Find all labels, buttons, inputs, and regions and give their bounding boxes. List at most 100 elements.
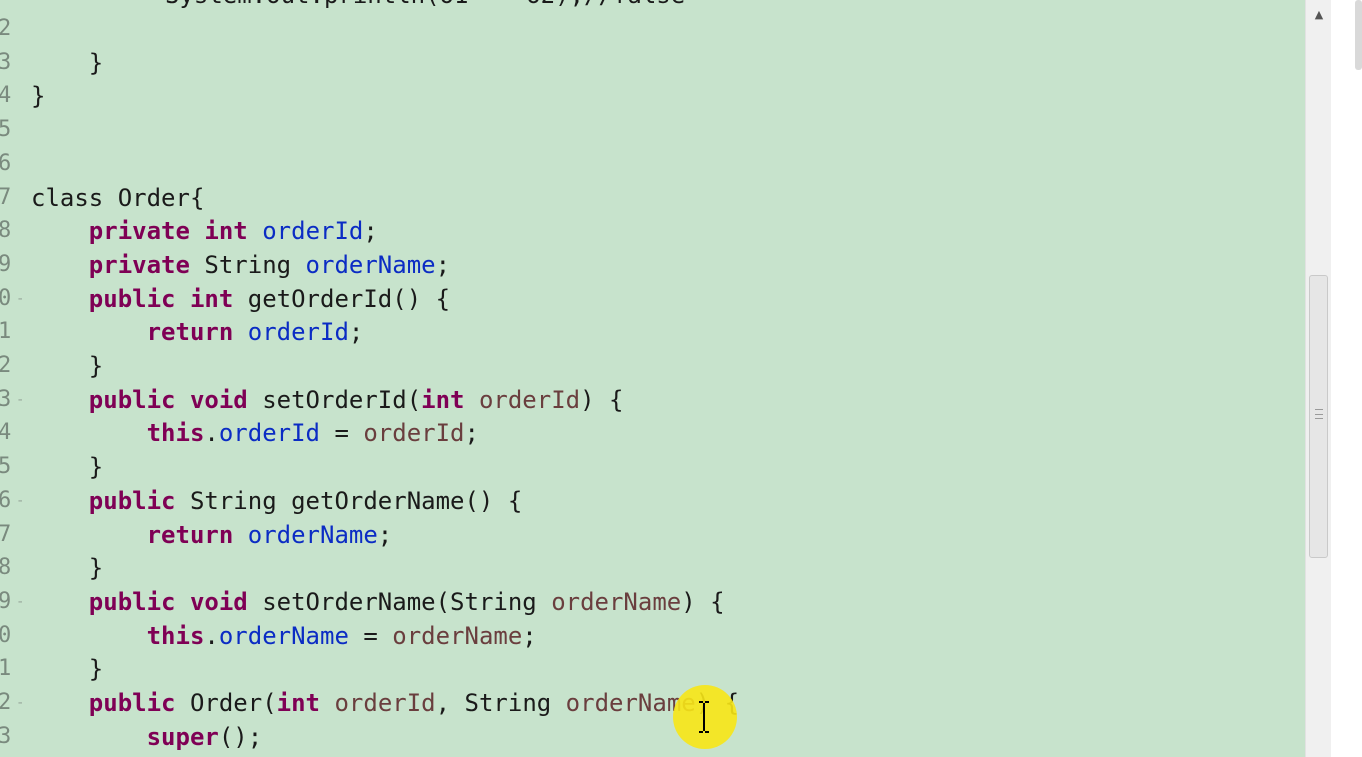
code-token: public <box>88 284 176 313</box>
code-content: public void setOrderName(String orderNam… <box>31 585 725 619</box>
fold-collapse-icon[interactable]: - <box>16 282 24 316</box>
code-token: orderId <box>478 385 581 414</box>
line-number: 7 <box>0 184 12 210</box>
code-token: private <box>88 250 190 279</box>
code-token: } <box>31 554 104 583</box>
code-line[interactable]: 5 <box>0 113 1305 147</box>
scroll-up-arrow-icon[interactable]: ▲ <box>1306 2 1332 28</box>
line-number: 4 <box>0 83 12 109</box>
code-content: } <box>31 652 103 686</box>
code-token: orderId <box>363 419 465 448</box>
code-token: setOrderName(String <box>247 587 552 616</box>
code-line[interactable]: 0- public int getOrderId() { <box>0 282 1305 316</box>
code-line[interactable]: 6 <box>0 147 1305 181</box>
code-content: public int getOrderId() { <box>31 282 450 316</box>
code-token: orderId <box>262 217 364 246</box>
code-line[interactable]: 1 } <box>0 652 1305 686</box>
code-line[interactable]: 0 this.orderName = orderName; <box>0 619 1305 653</box>
code-line[interactable]: 5 } <box>0 450 1305 484</box>
code-token: super <box>146 722 219 751</box>
code-token: ; <box>348 318 364 347</box>
code-line[interactable]: 9- public void setOrderName(String order… <box>0 585 1305 619</box>
code-token: getOrderId() { <box>233 284 451 313</box>
code-line[interactable]: 2- public Order(int orderId, String orde… <box>0 686 1305 720</box>
code-token: ; <box>363 217 378 246</box>
line-number: 5 <box>0 117 12 143</box>
code-token: } <box>31 352 104 380</box>
code-line[interactable]: 3 super(); <box>0 720 1305 754</box>
code-token: public <box>88 385 176 414</box>
code-line[interactable]: 2 <box>0 12 1305 46</box>
code-token: int <box>204 217 248 246</box>
line-number: 4 <box>0 420 12 446</box>
code-line[interactable]: 1 return orderId; <box>0 315 1305 349</box>
code-token: this <box>146 621 205 650</box>
code-token: int <box>189 284 234 313</box>
line-number: 0 <box>0 622 12 648</box>
code-token: orderId <box>247 318 349 347</box>
line-number: 3 <box>0 49 12 75</box>
code-token: Order( <box>175 689 277 717</box>
code-line[interactable]: 2 } <box>0 349 1305 383</box>
fold-collapse-icon[interactable]: - <box>16 383 24 417</box>
code-content: class Order{ <box>31 181 204 215</box>
code-token: orderName <box>247 520 378 549</box>
code-token: orderName <box>218 621 349 650</box>
code-content: super(); <box>31 720 263 754</box>
code-token: . <box>204 419 219 448</box>
code-text-area[interactable]: System.out.println(o1 == o2);//false 2 3 … <box>0 0 1305 757</box>
code-token: this <box>146 419 205 448</box>
line-number: 1 <box>0 656 12 682</box>
code-token: ; <box>464 419 479 448</box>
line-number: 5 <box>0 454 12 480</box>
code-token: (); <box>218 722 263 751</box>
code-line[interactable]: 8 private int orderId; <box>0 214 1305 248</box>
code-token: public <box>88 689 176 717</box>
code-content: private String orderName; <box>31 248 450 282</box>
code-content: this.orderId = orderId; <box>31 416 479 450</box>
code-line[interactable]: 7 class Order{ <box>0 181 1305 215</box>
code-token: int <box>421 385 465 414</box>
ibeam-icon <box>699 701 709 733</box>
code-token: orderName <box>305 250 436 279</box>
scrollbar-thumb[interactable] <box>1309 275 1328 558</box>
code-token: orderId <box>218 419 320 448</box>
line-number: 7 <box>0 521 12 547</box>
code-token: . <box>204 621 219 650</box>
line-number: 9 <box>0 251 12 277</box>
code-editor[interactable]: System.out.println(o1 == o2);//false 2 3 … <box>0 0 1362 757</box>
code-line[interactable]: 3 } <box>0 46 1305 80</box>
window-edge <box>1331 0 1362 757</box>
code-token: ; <box>377 520 393 549</box>
outer-scrollbar-thumb[interactable] <box>1355 0 1362 70</box>
code-line[interactable]: 7 return orderName; <box>0 518 1305 552</box>
line-number: 2 <box>0 353 12 378</box>
code-token: , String <box>435 689 566 717</box>
code-content: } <box>31 46 103 80</box>
code-token: setOrderId( <box>247 385 422 414</box>
code-line[interactable]: 9 private String orderName; <box>0 248 1305 282</box>
code-line[interactable]: 6- public String getOrderName() { <box>0 484 1305 518</box>
code-line[interactable]: 4} <box>0 79 1305 113</box>
line-number: 8 <box>0 555 12 581</box>
code-token: orderName <box>551 587 682 616</box>
code-line[interactable]: 8 } <box>0 551 1305 585</box>
code-line[interactable]: 3- public void setOrderId(int orderId) { <box>0 383 1305 417</box>
fold-collapse-icon[interactable]: - <box>16 484 24 518</box>
code-token: class <box>31 183 104 212</box>
code-line[interactable]: 4 this.orderId = orderId; <box>0 416 1305 450</box>
fold-collapse-icon[interactable]: - <box>16 585 24 619</box>
vertical-scrollbar[interactable]: ▲ <box>1305 0 1332 757</box>
code-content: public Order(int orderId, String orderNa… <box>31 686 739 720</box>
code-token: void <box>189 385 248 414</box>
fold-collapse-icon[interactable]: - <box>16 686 24 720</box>
code-token: ; <box>435 250 451 279</box>
